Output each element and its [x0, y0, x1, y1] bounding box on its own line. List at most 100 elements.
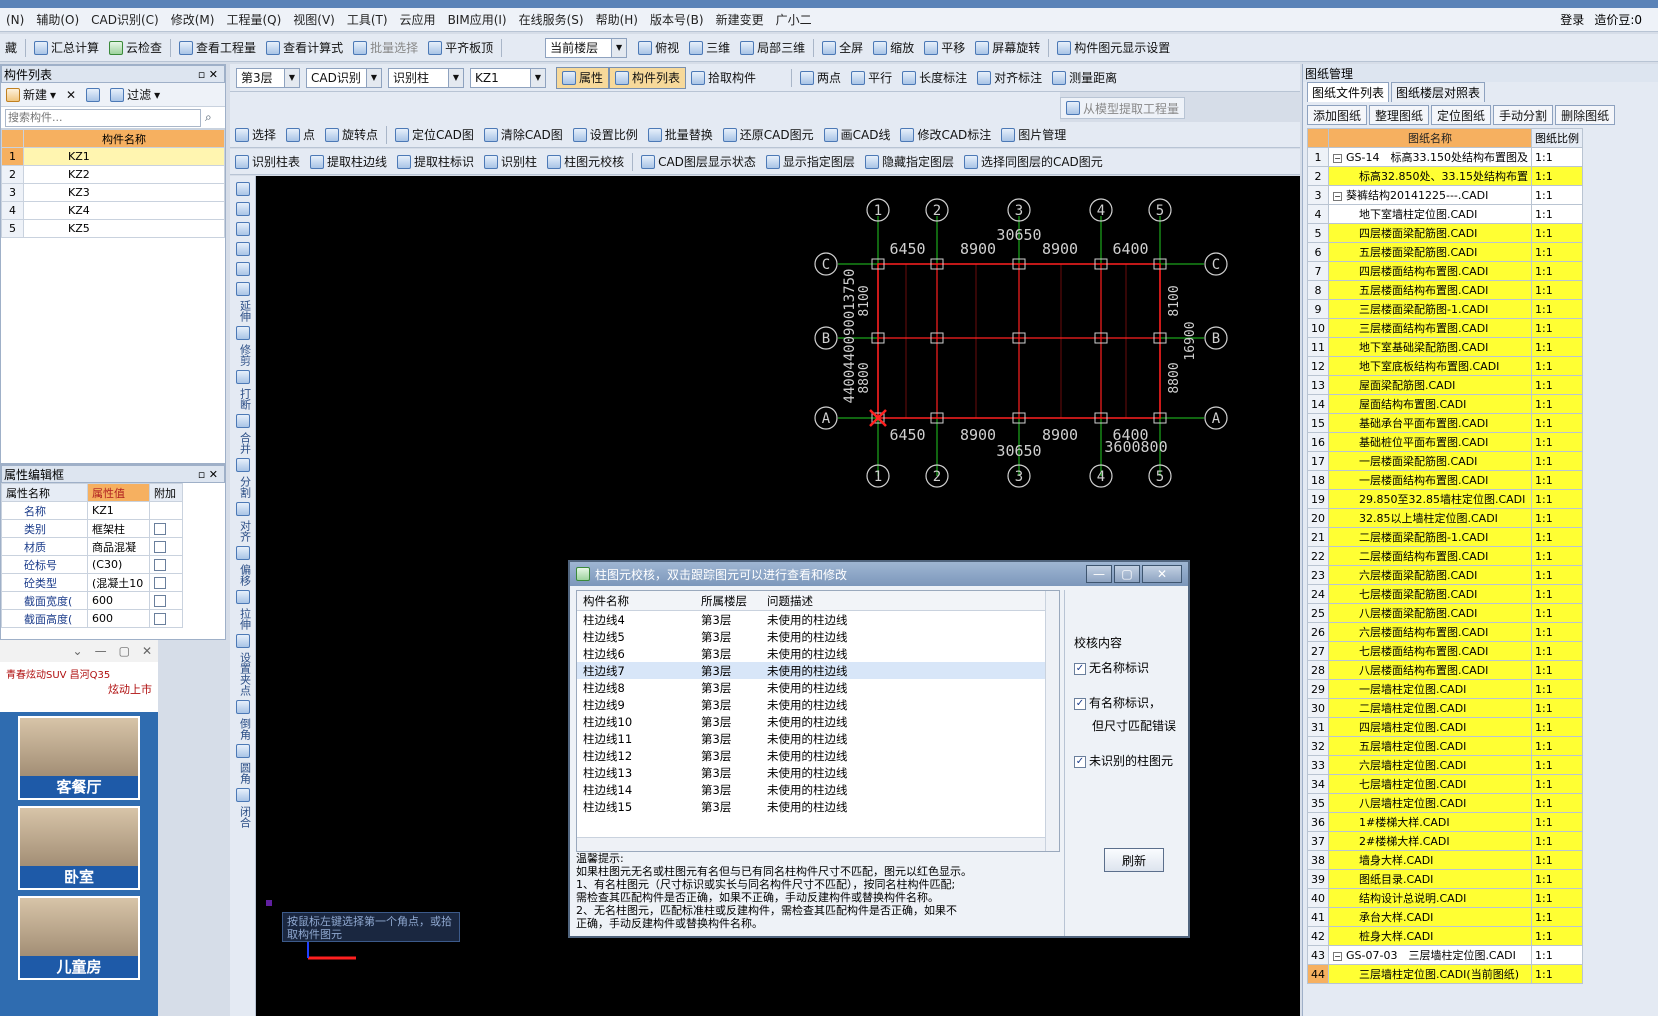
vtool-3[interactable]: 合并 — [230, 414, 255, 454]
collapse-icon[interactable]: − — [1333, 952, 1342, 961]
collapse-icon[interactable]: − — [1333, 192, 1342, 201]
property-row[interactable]: 截面宽度(600 — [1, 591, 183, 610]
drawing-row[interactable]: 14 屋面结构布置图.CADI 1:1 — [1307, 394, 1583, 414]
check-unrecognized[interactable]: ✓ 未识别的柱图元 — [1074, 752, 1176, 769]
drawing-row[interactable]: 25 八层楼面梁配筋图.CADI 1:1 — [1307, 603, 1583, 623]
checkbox-icon[interactable] — [154, 559, 166, 571]
drawing-row[interactable]: 36 1#楼梯大样.CADI 1:1 — [1307, 812, 1583, 832]
toolbar4-button-7[interactable]: 隐藏指定图层 — [860, 151, 959, 173]
drawing-row[interactable]: 27 七层楼面结构布置图.CADI 1:1 — [1307, 641, 1583, 661]
component-row[interactable]: 2 KZ2 — [1, 165, 225, 184]
property-value[interactable]: 商品混凝 — [87, 537, 150, 556]
tab-drawing-files[interactable]: 图纸文件列表 — [1307, 82, 1390, 102]
toolbar3-button-5[interactable]: 设置比例 — [568, 124, 643, 146]
toolbar3-button-8[interactable]: 画CAD线 — [819, 124, 896, 146]
search-icon[interactable]: ⌕ — [205, 110, 212, 125]
length-dim-button[interactable]: 长度标注 — [897, 67, 972, 89]
drawing-row[interactable]: 30 二层墙柱定位图.CADI 1:1 — [1307, 698, 1583, 718]
drawing-row[interactable]: 34 七层墙柱定位图.CADI 1:1 — [1307, 774, 1583, 794]
menu-item-2[interactable]: CAD识别(C) — [85, 11, 165, 28]
ad-window-controls[interactable]: ⌄ — ▢ ✕ — [0, 640, 158, 662]
vtool-2[interactable]: 打断 — [230, 370, 255, 410]
toolbar4-button-3[interactable]: 识别柱 — [479, 151, 542, 173]
check-row[interactable]: 柱边线4 第3层 未使用的柱边线 — [577, 611, 1059, 628]
drawing-row[interactable]: 41 承台大样.CADI 1:1 — [1307, 907, 1583, 927]
login-link[interactable]: 登录 — [1560, 11, 1584, 28]
check-row[interactable]: 柱边线10 第3层 未使用的柱边线 — [577, 713, 1059, 730]
drawing-row[interactable]: 1− GS-14 标高33.150处结构布置图及 1:1 — [1307, 147, 1583, 167]
drawing-row[interactable]: 21 二层楼面梁配筋图-1.CADI 1:1 — [1307, 527, 1583, 547]
maximize-icon[interactable]: ▢ — [119, 644, 130, 658]
new-component-button[interactable]: 新建 ▾ — [1, 84, 61, 106]
vtool-1[interactable]: 修剪 — [230, 326, 255, 366]
check-row[interactable]: 柱边线9 第3层 未使用的柱边线 — [577, 696, 1059, 713]
drawing-row[interactable]: 11 地下室基础梁配筋图.CADI 1:1 — [1307, 337, 1583, 357]
drawing-row[interactable]: 18 一层楼面结构布置图.CADI 1:1 — [1307, 470, 1583, 490]
checkbox-icon[interactable] — [154, 523, 166, 535]
drawing-row[interactable]: 20 32.85以上墙柱定位图.CADI 1:1 — [1307, 508, 1583, 528]
toolbar4-button-8[interactable]: 选择同图层的CAD图元 — [959, 151, 1108, 173]
menu-item-10[interactable]: 帮助(H) — [590, 11, 644, 28]
toolbar1-button-4[interactable]: 查看计算式 — [261, 37, 348, 59]
vtool-4[interactable]: 分割 — [230, 458, 255, 498]
copy-icon[interactable] — [81, 84, 105, 106]
menu-item-8[interactable]: BIM应用(I) — [442, 11, 513, 28]
property-row[interactable]: 名称 KZ1 — [1, 501, 183, 520]
toolbar3-button-4[interactable]: 清除CAD图 — [479, 124, 568, 146]
component-list-button[interactable]: 构件列表 — [609, 66, 687, 89]
drawing-row[interactable]: 13 屋面梁配筋图.CADI 1:1 — [1307, 375, 1583, 395]
toolbar1-button-3[interactable]: 查看工程量 — [174, 37, 261, 59]
toolbar1-button-13[interactable]: 平移 — [919, 37, 970, 59]
vtool-icon[interactable] — [235, 242, 250, 256]
drawing-row[interactable]: 40 结构设计总说明.CADI 1:1 — [1307, 888, 1583, 908]
drawing-row[interactable]: 35 八层墙柱定位图.CADI 1:1 — [1307, 793, 1583, 813]
component-row[interactable]: 1 KZ1 — [1, 147, 225, 166]
toolbar1-button-0[interactable]: 藏 — [0, 37, 22, 59]
toolbar4-button-0[interactable]: 识别柱表 — [230, 151, 305, 173]
ad-room-tile[interactable]: 儿童房 — [18, 896, 140, 980]
minimize-icon[interactable]: — — [1086, 565, 1112, 583]
toolbar1-button-10[interactable]: 局部三维 — [735, 37, 810, 59]
check-row[interactable]: 柱边线15 第3层 未使用的柱边线 — [577, 798, 1059, 815]
vtool-5[interactable]: 对齐 — [230, 502, 255, 542]
toolbar3-button-2[interactable]: 旋转点 — [320, 124, 383, 146]
vtool-icon[interactable] — [235, 202, 250, 216]
property-row[interactable]: 材质 商品混凝 — [1, 537, 183, 556]
toolbar3-button-9[interactable]: 修改CAD标注 — [895, 124, 996, 146]
drawing-row[interactable]: 23 六层楼面梁配筋图.CADI 1:1 — [1307, 565, 1583, 585]
drawing-row[interactable]: 3− 葵裤结构20141225---.CADI 1:1 — [1307, 185, 1583, 205]
drawing-row[interactable]: 32 五层墙柱定位图.CADI 1:1 — [1307, 736, 1583, 756]
property-row[interactable]: 砼类型 (混凝土10 — [1, 573, 183, 592]
component-row[interactable]: 5 KZ5 — [1, 219, 225, 238]
vtool-icon[interactable] — [235, 222, 250, 236]
menu-item-12[interactable]: 新建变更 — [710, 11, 770, 28]
ad-room-tile[interactable]: 客餐厅 — [18, 716, 140, 800]
drawing-row[interactable]: 44 三层墙柱定位图.CADI(当前图纸) 1:1 — [1307, 964, 1583, 984]
drawing-row[interactable]: 6 五层楼面梁配筋图.CADI 1:1 — [1307, 242, 1583, 262]
drawing-row[interactable]: 9 三层楼面梁配筋图-1.CADI 1:1 — [1307, 299, 1583, 319]
extract-quantity-button[interactable]: 从模型提取工程量 — [1060, 97, 1186, 119]
drawing-row[interactable]: 22 二层楼面结构布置图.CADI 1:1 — [1307, 546, 1583, 566]
measure-button[interactable]: 测量距离 — [1047, 67, 1122, 89]
drawing-row[interactable]: 31 四层墙柱定位图.CADI 1:1 — [1307, 717, 1583, 737]
drawing-button-3[interactable]: 手动分割 — [1493, 105, 1554, 125]
ad-room-tile[interactable]: 卧室 — [18, 806, 140, 890]
toolbar3-button-7[interactable]: 还原CAD图元 — [718, 124, 819, 146]
menu-item-7[interactable]: 云应用 — [394, 11, 442, 28]
vtool-10[interactable]: 圆角 — [230, 744, 255, 784]
toolbar4-button-5[interactable]: CAD图层显示状态 — [636, 151, 761, 173]
pick-component-button[interactable]: 拾取构件 — [686, 67, 761, 89]
toolbar1-button-2[interactable]: 云检查 — [104, 37, 167, 59]
toolbar4-button-6[interactable]: 显示指定图层 — [761, 151, 860, 173]
check-row[interactable]: 柱边线7 第3层 未使用的柱边线 — [577, 662, 1059, 679]
drawing-row[interactable]: 43− GS-07-03 三层墙柱定位图.CADI 1:1 — [1307, 945, 1583, 965]
close-icon[interactable]: ✕ — [1142, 565, 1182, 583]
toolbar1-button-8[interactable]: 俯视 — [633, 37, 684, 59]
menu-item-3[interactable]: 修改(M) — [165, 11, 221, 28]
toolbar3-button-3[interactable]: 定位CAD图 — [390, 124, 479, 146]
pin-close-icon[interactable]: ▫ ✕ — [198, 468, 224, 481]
toolbar1-button-6[interactable]: 平齐板顶 — [423, 37, 498, 59]
check-row[interactable]: 柱边线14 第3层 未使用的柱边线 — [577, 781, 1059, 798]
drawing-button-1[interactable]: 整理图纸 — [1369, 105, 1430, 125]
property-value[interactable]: 600 — [87, 591, 150, 610]
